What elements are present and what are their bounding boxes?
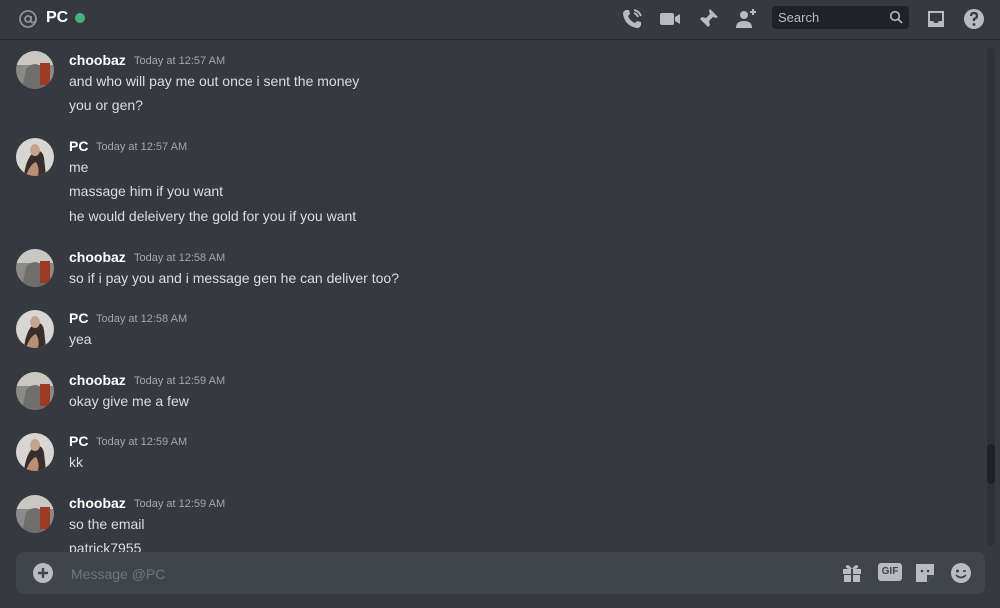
message-list[interactable]: choobaz Today at 12:57 AM and who will p… bbox=[0, 41, 986, 552]
message-text: he would deleivery the gold for you if y… bbox=[69, 208, 357, 224]
search-icon bbox=[889, 10, 903, 24]
message-text: okay give me a few bbox=[69, 393, 189, 409]
inbox-icon[interactable] bbox=[924, 7, 948, 31]
message-author[interactable]: PC bbox=[69, 310, 88, 326]
message-text: massage him if you want bbox=[69, 183, 224, 199]
at-icon bbox=[19, 10, 37, 28]
message-composer: GIF bbox=[16, 552, 985, 594]
search-box[interactable] bbox=[772, 6, 909, 29]
message-timestamp: Today at 12:57 AM bbox=[134, 55, 226, 67]
call-icon[interactable] bbox=[620, 7, 644, 31]
channel-header: PC bbox=[0, 0, 1000, 40]
message-text: kk bbox=[69, 454, 83, 470]
avatar[interactable] bbox=[16, 138, 54, 176]
message-timestamp: Today at 12:57 AM bbox=[96, 141, 188, 153]
message-timestamp: Today at 12:59 AM bbox=[134, 375, 226, 387]
message-author[interactable]: PC bbox=[69, 433, 88, 449]
message-author[interactable]: choobaz bbox=[69, 249, 126, 265]
message-text: so the email bbox=[69, 516, 145, 532]
message-timestamp: Today at 12:58 AM bbox=[96, 313, 188, 325]
help-icon[interactable] bbox=[962, 7, 986, 31]
pin-icon[interactable] bbox=[696, 7, 720, 31]
search-input[interactable] bbox=[772, 6, 882, 29]
message-author[interactable]: choobaz bbox=[69, 52, 126, 68]
avatar[interactable] bbox=[16, 495, 54, 533]
avatar[interactable] bbox=[16, 433, 54, 471]
message-text: me bbox=[69, 159, 89, 175]
gif-icon[interactable]: GIF bbox=[878, 563, 902, 581]
message-text: and who will pay me out once i sent the … bbox=[69, 73, 360, 89]
add-icon[interactable] bbox=[33, 563, 53, 583]
avatar[interactable] bbox=[16, 372, 54, 410]
message-timestamp: Today at 12:58 AM bbox=[134, 252, 226, 264]
scrollbar-thumb[interactable] bbox=[987, 444, 995, 484]
avatar[interactable] bbox=[16, 249, 54, 287]
avatar[interactable] bbox=[16, 310, 54, 348]
message-text: patrick7955 bbox=[69, 540, 142, 552]
avatar[interactable] bbox=[16, 51, 54, 89]
video-icon[interactable] bbox=[658, 7, 682, 31]
message-input[interactable] bbox=[69, 560, 773, 588]
channel-name: PC bbox=[46, 9, 69, 26]
emoji-icon[interactable] bbox=[949, 561, 973, 585]
message-author[interactable]: choobaz bbox=[69, 372, 126, 388]
message-timestamp: Today at 12:59 AM bbox=[96, 436, 188, 448]
message-text: so if i pay you and i message gen he can… bbox=[69, 270, 399, 286]
message-timestamp: Today at 12:59 AM bbox=[134, 498, 226, 510]
message-author[interactable]: choobaz bbox=[69, 495, 126, 511]
message-author[interactable]: PC bbox=[69, 138, 88, 154]
sticker-icon[interactable] bbox=[913, 561, 937, 585]
gift-icon[interactable] bbox=[840, 561, 864, 585]
online-status-dot bbox=[75, 13, 85, 23]
add-user-icon[interactable] bbox=[734, 7, 758, 31]
message-text: you or gen? bbox=[69, 97, 143, 113]
message-text: yea bbox=[69, 331, 92, 347]
